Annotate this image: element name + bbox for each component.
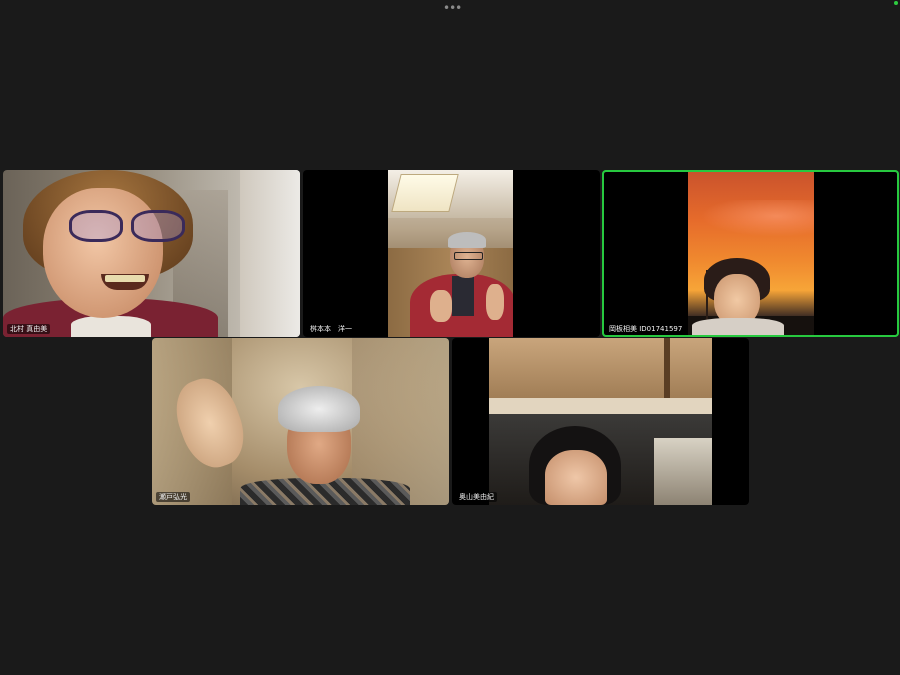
active-speaker-border — [602, 170, 899, 337]
participant-video — [489, 338, 712, 505]
participant-video — [152, 338, 449, 505]
participant-name-label: 北村 真由美 — [7, 324, 51, 334]
top-bar: ••• — [0, 0, 900, 18]
participant-tile-5[interactable]: 奥山美由紀 — [452, 338, 749, 505]
participant-tile-4[interactable]: 瀬戸弘光 — [152, 338, 449, 505]
connection-status-icon — [894, 1, 898, 5]
participant-name-label: 桝本本 洋一 — [307, 324, 355, 334]
participant-tile-3-active-speaker[interactable]: 岡板相美 ID01741597 — [602, 170, 899, 337]
participant-name-label: 奥山美由紀 — [456, 492, 497, 502]
participant-name-label: 岡板相美 ID01741597 — [606, 324, 686, 334]
participant-video — [388, 170, 513, 337]
participant-video — [3, 170, 300, 337]
participant-tile-2[interactable]: 桝本本 洋一 — [303, 170, 600, 337]
participant-name-label: 瀬戸弘光 — [156, 492, 190, 502]
more-options-icon[interactable]: ••• — [443, 2, 462, 14]
participant-tile-1[interactable]: 北村 真由美 — [3, 170, 300, 337]
